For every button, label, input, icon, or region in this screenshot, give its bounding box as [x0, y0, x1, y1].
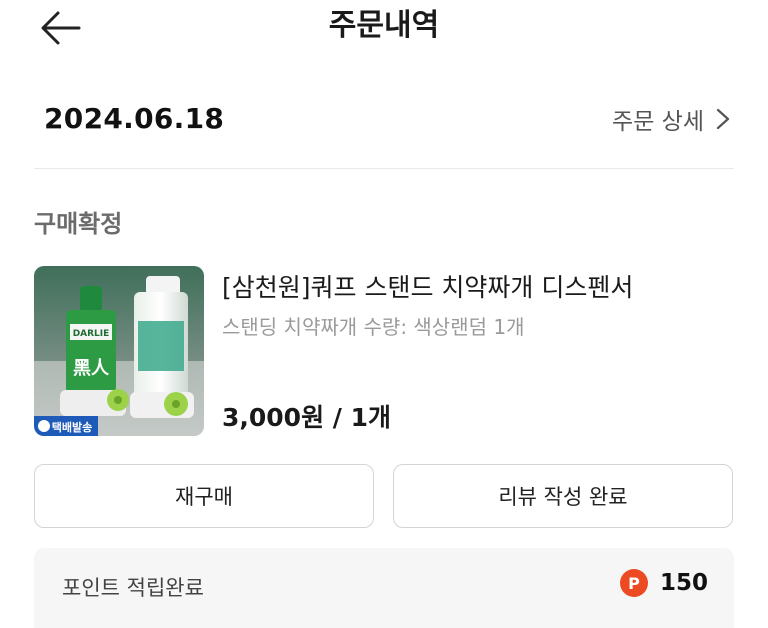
order-date-row: 2024.06.18 주문 상세	[34, 94, 734, 150]
point-icon: P	[619, 569, 648, 597]
product-price: 3,000원 / 1개	[222, 403, 392, 432]
chevron-right-icon	[716, 108, 730, 130]
review-complete-button[interactable]: 리뷰 작성 완료	[393, 464, 733, 528]
rebuy-button[interactable]: 재구매	[34, 464, 374, 528]
points-amount: 150	[659, 570, 708, 596]
tube-brand-text: DARLIE	[73, 329, 110, 339]
product-name[interactable]: [삼천원]쿼프 스탠드 치약짜개 디스펜서	[222, 268, 633, 304]
app-header: 주문내역	[0, 0, 768, 60]
order-detail-label: 주문 상세	[612, 109, 704, 135]
point-badge-letter: P	[628, 573, 640, 593]
page-title: 주문내역	[328, 8, 440, 43]
product-option: 스탠딩 치약짜개 수량: 색상랜덤 1개	[222, 315, 525, 339]
tube-char-text: 黑人	[73, 358, 110, 379]
order-detail-link[interactable]: 주문 상세	[612, 102, 730, 136]
order-date: 2024.06.18	[44, 102, 225, 135]
points-panel: 포인트 적립완료 P 150	[34, 548, 734, 628]
product-thumbnail[interactable]: DARLIE 黑人 택배발송	[34, 266, 204, 436]
order-status: 구매확정	[34, 210, 123, 238]
points-label: 포인트 적립완료	[62, 576, 204, 600]
points-value: P 150	[619, 569, 708, 597]
delivery-badge: 택배발송	[52, 420, 92, 434]
divider	[34, 168, 734, 169]
